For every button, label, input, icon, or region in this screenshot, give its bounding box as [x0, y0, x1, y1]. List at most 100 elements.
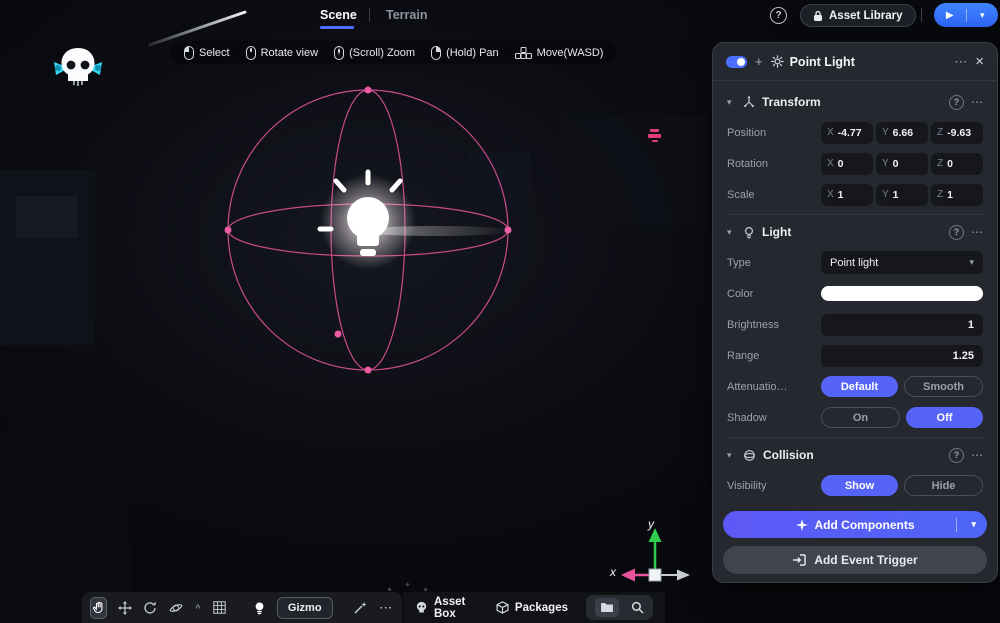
add-event-trigger-button[interactable]: Add Event Trigger — [723, 546, 987, 574]
axis-arrows — [600, 515, 720, 623]
move-icon — [118, 601, 132, 615]
rotation-z-field[interactable]: Z0 — [931, 153, 983, 175]
axis-z-prefix: Z — [937, 127, 943, 138]
position-x-field[interactable]: X-4.77 — [821, 122, 873, 144]
help-icon[interactable]: ? — [770, 7, 787, 24]
light-type-dropdown[interactable]: Point light ▾ — [821, 251, 983, 274]
visibility-hide-button[interactable]: Hide — [904, 475, 983, 496]
color-swatch[interactable] — [821, 286, 983, 301]
hint-label: Rotate view — [261, 47, 318, 59]
light-help-icon[interactable]: ? — [949, 225, 964, 240]
collision-more-icon[interactable]: ⋯ — [971, 448, 983, 462]
collision-help-icon[interactable]: ? — [949, 448, 964, 463]
scale-row: Scale X1 Y1 Z1 — [727, 179, 983, 210]
collapse-caret-icon[interactable]: ▾ — [727, 227, 736, 238]
hand-icon — [92, 601, 106, 615]
light-more-icon[interactable]: ⋯ — [971, 225, 983, 239]
brightness-field[interactable]: 1 — [821, 314, 983, 336]
toolbar-more-icon[interactable]: ⋯ — [377, 597, 394, 619]
collapse-caret-icon[interactable]: ▾ — [727, 450, 736, 461]
gizmo-button[interactable]: Gizmo — [277, 597, 333, 619]
scale-z-field[interactable]: Z1 — [931, 184, 983, 206]
attenuation-smooth-button[interactable]: Smooth — [904, 376, 983, 397]
asset-library-button[interactable]: Asset Library — [800, 4, 916, 27]
play-icon[interactable]: ▶ — [934, 10, 966, 21]
wasd-keys-icon — [515, 47, 532, 59]
position-y-field[interactable]: Y6.66 — [876, 122, 928, 144]
mouse-middle-icon — [246, 46, 256, 60]
position-z-value: -9.63 — [947, 127, 971, 139]
packages-label: Packages — [515, 602, 568, 614]
axis-z-prefix: Z — [937, 189, 943, 200]
transform-help-icon[interactable]: ? — [949, 95, 964, 110]
shadow-off-button[interactable]: Off — [906, 407, 983, 428]
tab-scene-underline — [320, 26, 354, 29]
toolbar-collapse-chevron-icon[interactable]: ^ — [193, 597, 202, 619]
range-field[interactable]: 1.25 — [821, 345, 983, 367]
y-axis-label: y — [648, 517, 654, 531]
inspector-panel: + Point Light ⋯ × ▾ Transform ? ⋯ — [712, 42, 998, 583]
type-label: Type — [727, 257, 751, 269]
hint-select: Select — [184, 46, 230, 60]
asset-box-button[interactable]: Asset Box — [415, 596, 478, 620]
hint-label: (Hold) Pan — [446, 47, 499, 59]
brightness-row: Brightness 1 — [727, 309, 983, 340]
play-dropdown-chevron-icon[interactable]: ▾ — [967, 10, 999, 21]
grid-icon — [213, 601, 226, 614]
range-label: Range — [727, 350, 759, 362]
x-axis-label: x — [610, 565, 616, 579]
position-z-field[interactable]: Z -9.63 — [931, 122, 983, 144]
transform-title: Transform — [762, 95, 821, 109]
add-components-chevron-icon[interactable]: ▾ — [971, 519, 976, 530]
shadow-row: Shadow On Off — [727, 402, 983, 433]
section-transform: ▾ Transform ? ⋯ Position X-4.77 Y6.66 Z-… — [727, 85, 983, 210]
pan-hand-tool[interactable] — [90, 597, 107, 619]
z-axis-arrow — [677, 570, 690, 581]
tab-terrain[interactable]: Terrain — [386, 8, 427, 22]
light-toggle-tool[interactable] — [251, 597, 268, 619]
collapse-caret-icon[interactable]: ▾ — [727, 97, 736, 108]
hint-label: (Scroll) Zoom — [349, 47, 415, 59]
inspector-header: + Point Light ⋯ × — [713, 43, 997, 81]
add-event-trigger-label: Add Event Trigger — [814, 553, 917, 567]
axis-y-prefix: Y — [882, 189, 889, 200]
light-type-value: Point light — [830, 257, 878, 269]
rotate-tool[interactable] — [142, 597, 159, 619]
grid-tool[interactable] — [211, 597, 228, 619]
scale-y-value: 1 — [893, 189, 899, 201]
app-root: Scene Terrain ? Asset Library ▶ ▾ Select… — [0, 0, 1000, 623]
bulb-icon — [253, 601, 266, 615]
add-components-button[interactable]: Add Components ▾ — [723, 511, 987, 538]
axis-y-prefix: Y — [882, 158, 889, 169]
shadow-on-button[interactable]: On — [821, 407, 900, 428]
visibility-show-button[interactable]: Show — [821, 475, 898, 496]
magic-wand-icon — [353, 601, 367, 615]
rotation-y-field[interactable]: Y0 — [876, 153, 928, 175]
play-button[interactable]: ▶ ▾ — [934, 3, 998, 27]
attenuation-default-button[interactable]: Default — [821, 376, 898, 397]
viewport-hint-toolbar: Select Rotate view (Scroll) Zoom (Hold) … — [170, 41, 617, 64]
axis-x-prefix: X — [827, 189, 834, 200]
panel-close-icon[interactable]: × — [975, 54, 984, 69]
visibility-row: Visibility Show Hide — [727, 470, 983, 501]
move-tool[interactable] — [116, 597, 133, 619]
panel-more-icon[interactable]: ⋯ — [954, 55, 967, 68]
active-toggle[interactable] — [726, 56, 747, 68]
packages-button[interactable]: Packages — [496, 601, 568, 614]
view-axis-gizmo[interactable]: y x — [600, 515, 720, 623]
rotation-x-field[interactable]: X0 — [821, 153, 873, 175]
tab-scene[interactable]: Scene — [320, 8, 357, 22]
orbit-tool[interactable] — [168, 597, 185, 619]
rotation-row: Rotation X0 Y0 Z0 — [727, 148, 983, 179]
add-icon[interactable]: + — [755, 55, 763, 68]
transform-more-icon[interactable]: ⋯ — [971, 95, 983, 109]
collision-title: Collision — [763, 448, 814, 462]
magic-wand-tool[interactable] — [352, 597, 369, 619]
visibility-label: Visibility — [727, 480, 767, 492]
scale-y-field[interactable]: Y1 — [876, 184, 928, 206]
position-x-value: -4.77 — [838, 127, 862, 139]
topbar-divider — [921, 8, 922, 22]
add-components-label: Add Components — [815, 518, 915, 532]
scale-x-field[interactable]: X1 — [821, 184, 873, 206]
scale-x-value: 1 — [838, 189, 844, 201]
